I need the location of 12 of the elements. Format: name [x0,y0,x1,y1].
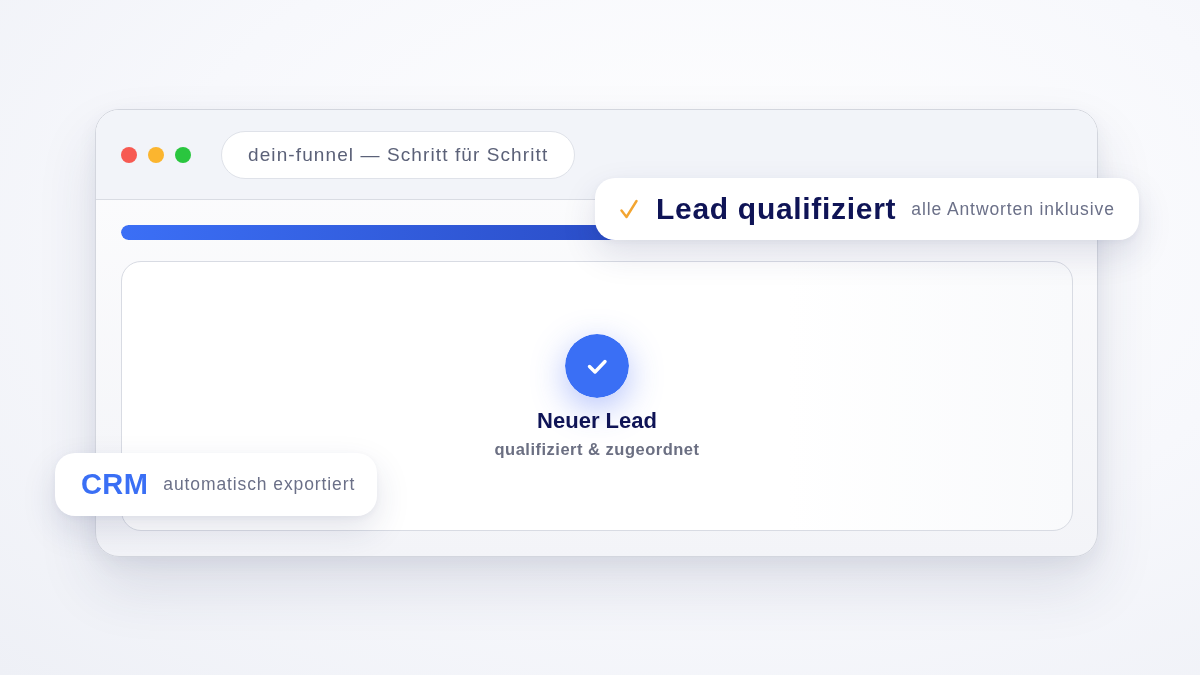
address-bar[interactable]: dein-funnel — Schritt für Schritt [221,130,576,179]
badge-text: automatisch exportiert [163,474,356,495]
window-dot-icon[interactable] [121,146,137,163]
card-title: Neuer Lead [537,407,657,435]
window-dot-icon[interactable] [148,146,164,163]
badge-title: Lead qualifiziert [656,192,897,226]
badge-text: alle Antworten inklusive [911,198,1115,220]
window-dot-icon[interactable] [175,146,191,163]
badge-title: CRM [81,468,149,501]
check-icon [620,199,638,219]
check-circle-icon [565,334,629,398]
card-subtitle: qualifiziert & zugeordnet [494,439,700,460]
